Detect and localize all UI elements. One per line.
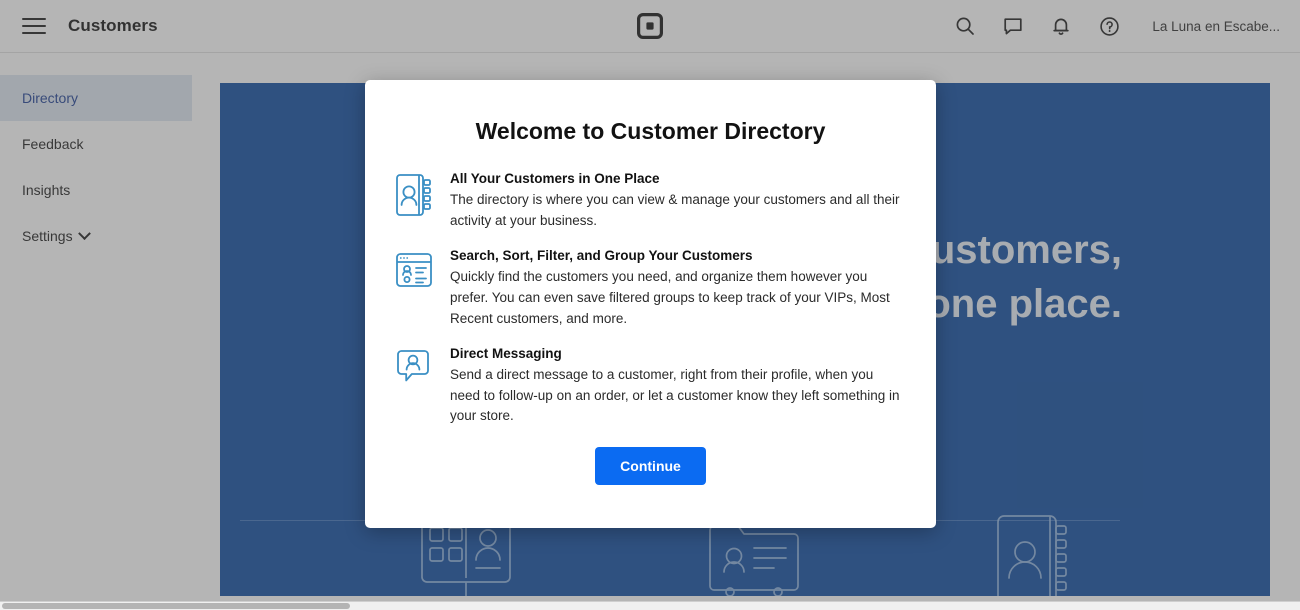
feature-description: Quickly find the customers you need, and… [450,269,890,326]
modal-actions: Continue [395,447,906,486]
feature-item: Direct Messaging Send a direct message t… [395,346,906,427]
feature-description: Send a direct message to a customer, rig… [450,367,900,424]
feature-title: All Your Customers in One Place [450,171,660,186]
feature-title: Search, Sort, Filter, and Group Your Cus… [450,248,753,264]
feature-item: Search, Sort, Filter, and Group Your Cus… [395,248,906,329]
feature-text: Direct Messaging Send a direct message t… [450,346,906,427]
continue-button[interactable]: Continue [595,447,706,486]
message-person-icon [395,346,433,427]
customer-list-window-icon [395,248,433,329]
horizontal-scrollbar-thumb[interactable] [2,603,350,609]
feature-title: Direct Messaging [450,346,562,362]
feature-text: Search, Sort, Filter, and Group Your Cus… [450,248,906,329]
welcome-modal: Welcome to Customer Directory All Your C… [365,80,936,528]
feature-text: All Your Customers in One Place The dire… [450,171,906,231]
horizontal-scrollbar[interactable] [0,601,1300,610]
address-book-icon [395,171,433,231]
feature-description: The directory is where you can view & ma… [450,192,900,228]
modal-title: Welcome to Customer Directory [475,118,826,144]
feature-item: All Your Customers in One Place The dire… [395,171,906,231]
app-root: Customers La Luna en Escabe... Directory… [0,0,1300,610]
